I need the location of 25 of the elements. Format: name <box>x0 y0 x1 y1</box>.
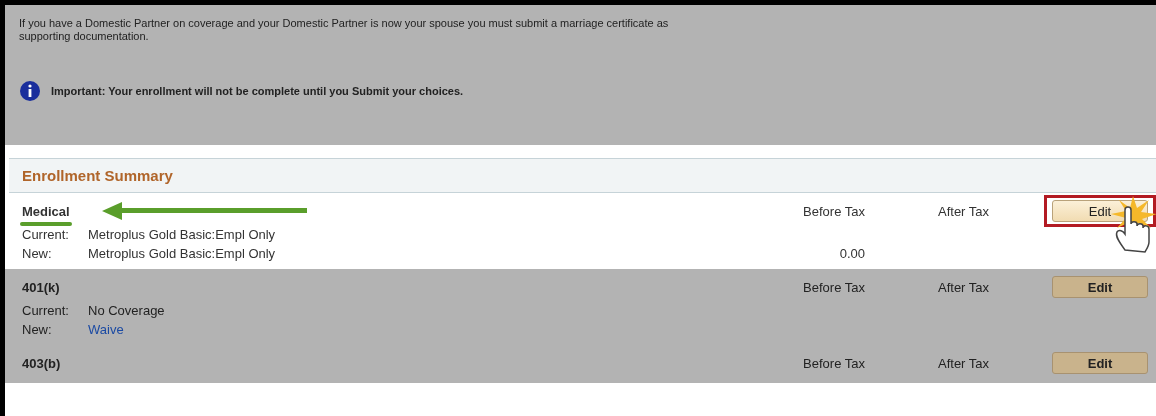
after-tax-header: After Tax <box>938 203 991 219</box>
section-title: Enrollment Summary <box>22 167 173 184</box>
new-label: New: <box>22 321 53 339</box>
current-label: Current: <box>22 302 70 320</box>
plan-name: 401(k) <box>22 278 60 297</box>
before-tax-header: Before Tax <box>802 355 865 371</box>
current-plan: No Coverage <box>88 303 166 318</box>
edit-button[interactable]: Edit <box>1052 352 1148 374</box>
after-tax-header: After Tax <box>938 279 991 295</box>
plan-name: Medical <box>22 197 70 225</box>
before-tax-header: Before Tax <box>802 203 865 219</box>
arrow-icon <box>102 202 307 220</box>
notice-text: If you have a Domestic Partner on coverage and your Domestic Partner is now your spouse you must submit a marriage certificate as supporting documentation. <box>19 17 670 43</box>
before-tax-header: Before Tax <box>802 279 865 295</box>
new-label: New: <box>22 245 53 263</box>
plan-name: 403(b) <box>22 354 61 373</box>
info-icon <box>19 80 41 102</box>
new-plan-link[interactable]: Waive <box>88 322 765 337</box>
current-label: Current: <box>22 226 70 244</box>
edit-button[interactable]: Edit <box>1052 276 1148 298</box>
before-tax-amount: 0.00 <box>838 246 865 261</box>
important-message: Important: Your enrollment will not be complete until you Submit your choices. <box>51 85 464 97</box>
current-plan: Metroplus Gold Basic:Empl Only <box>88 227 277 242</box>
new-plan: Metroplus Gold Basic:Empl Only <box>88 246 277 261</box>
after-tax-header: After Tax <box>938 355 991 371</box>
